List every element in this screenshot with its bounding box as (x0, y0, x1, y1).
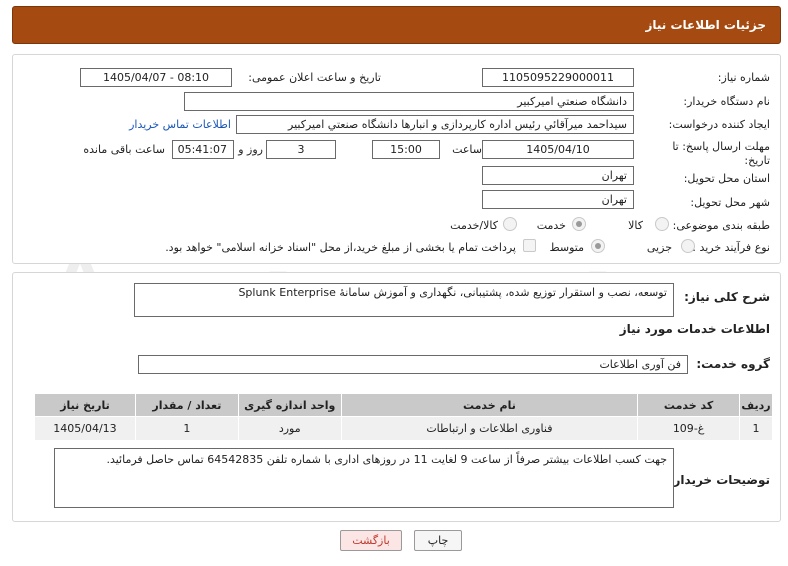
category-radio-goods-service[interactable] (503, 217, 517, 231)
page-title: جزئیات اطلاعات نیاز (645, 18, 766, 32)
col-header-need-date: تاریخ نیاز (34, 393, 136, 417)
category-option-service: خدمت (536, 219, 566, 232)
deadline-label: مهلت ارسال پاسخ: تا تاریخ: (672, 140, 770, 167)
category-radio-goods[interactable] (655, 217, 669, 231)
buyer-contact-link[interactable]: اطلاعات تماس خریدار (129, 118, 231, 131)
print-button[interactable]: چاپ (414, 530, 462, 551)
buyer-notes-label: توضیحات خریدار: (668, 473, 770, 487)
page-header: جزئیات اطلاعات نیاز (12, 6, 781, 44)
buyer-org-label: نام دستگاه خریدار: (683, 95, 770, 108)
col-header-unit: واحد اندازه گیری (237, 393, 342, 417)
buyer-notes-textarea[interactable]: جهت کسب اطلاعات بیشتر صرفاً از ساعت 9 لغ… (54, 448, 674, 508)
col-header-quantity: تعداد / مقدار (134, 393, 239, 417)
description-textarea[interactable]: توسعه، نصب و استقرار توزیع شده، پشتیبانی… (134, 283, 674, 317)
cell-row-number: 1 (739, 416, 773, 441)
province-field: تهران (482, 166, 634, 185)
days-label: روز و (238, 143, 263, 156)
deadline-date-field: 1405/04/10 (482, 140, 634, 159)
treasury-note: پرداخت تمام یا بخشی از مبلغ خرید،از محل … (165, 241, 516, 254)
province-label: استان محل تحویل: (683, 172, 770, 185)
process-label: نوع فرآیند خرید : (692, 241, 770, 254)
col-header-row-number: ردیف (739, 393, 773, 417)
cell-service-code: غ-109 (637, 416, 741, 441)
cell-unit: مورد (237, 416, 342, 441)
service-group-field: فن آوری اطلاعات (138, 355, 688, 374)
treasury-checkbox[interactable] (523, 239, 536, 252)
category-label: طبقه بندی موضوعی: (672, 219, 770, 232)
table-row: 1 غ-109 فناوری اطلاعات و ارتباطات مورد 1… (34, 416, 773, 441)
remaining-time-field: 05:41:07 (172, 140, 234, 159)
services-table: ردیف کد خدمت نام خدمت واحد اندازه گیری ت… (34, 393, 773, 441)
cell-service-name: فناوری اطلاعات و ارتباطات (340, 416, 639, 441)
col-header-service-name: نام خدمت (340, 393, 639, 417)
days-field: 3 (266, 140, 336, 159)
process-radio-minor[interactable] (681, 239, 695, 253)
creator-field: سیداحمد میرآقائي رئیس اداره کارپردازی و … (236, 115, 634, 134)
announce-label: تاریخ و ساعت اعلان عمومی: (248, 71, 381, 84)
cell-quantity: 1 (134, 416, 239, 441)
process-option-minor: جزیی (646, 241, 672, 254)
col-header-service-code: کد خدمت (637, 393, 741, 417)
category-option-goods-service: کالا/خدمت (450, 219, 498, 232)
category-radio-service[interactable] (572, 217, 586, 231)
cell-need-date: 1405/04/13 (34, 416, 136, 441)
deadline-time-field: 15:00 (372, 140, 440, 159)
category-option-goods: کالا (628, 219, 643, 232)
process-radio-medium[interactable] (591, 239, 605, 253)
creator-label: ایجاد کننده درخواست: (668, 118, 770, 131)
deadline-time-label: ساعت (452, 143, 482, 156)
process-option-medium: متوسط (549, 241, 584, 254)
buyer-org-field: دانشگاه صنعتي اميركبير (184, 92, 634, 111)
need-number-field: 1105095229000011 (482, 68, 634, 87)
need-number-label: شماره نیاز: (717, 71, 770, 84)
service-group-label: گروه خدمت: (696, 357, 770, 371)
remaining-label: ساعت باقی مانده (83, 143, 165, 156)
table-header-row: ردیف کد خدمت نام خدمت واحد اندازه گیری ت… (34, 393, 773, 417)
announce-datetime-field: 1405/04/07 - 08:10 (80, 68, 232, 87)
description-label: شرح کلی نیاز: (684, 290, 770, 304)
city-field: تهران (482, 190, 634, 209)
services-info-title: اطلاعات خدمات مورد نیاز (619, 322, 770, 336)
back-button[interactable]: بازگشت (340, 530, 402, 551)
city-label: شهر محل تحویل: (690, 196, 770, 209)
